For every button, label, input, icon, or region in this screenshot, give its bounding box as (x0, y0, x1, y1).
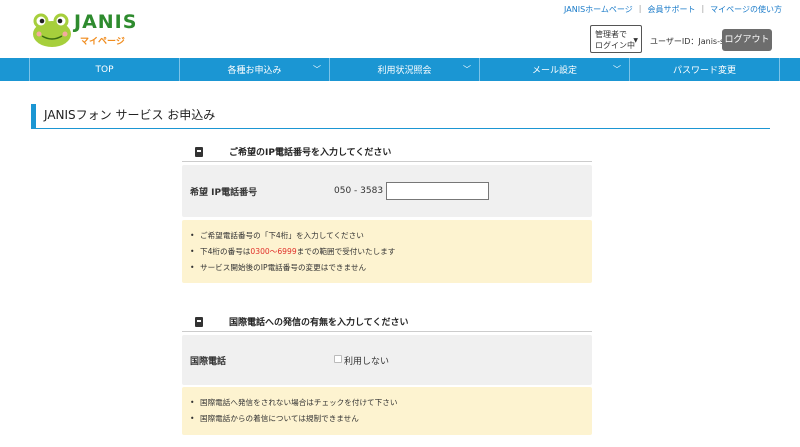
section-international-heading-text: 国際電話への発信の有無を入力してください (229, 318, 409, 328)
note-text: 国際電話からの着信については規制できません (200, 414, 359, 423)
nav-usage-status-label: 利用状況照会 (377, 66, 432, 76)
nav-spacer (0, 58, 30, 81)
nav-applications-label: 各種お申込み (227, 66, 282, 76)
nav-mail-settings[interactable]: メール設定 ﹀ (480, 58, 630, 81)
admin-line1: 管理者で (595, 30, 627, 39)
logo-title: JANIS (74, 11, 138, 33)
international-call-notes: 国際電話へ発信をされない場合はチェックを付けて下さい 国際電話からの着信について… (182, 387, 592, 435)
ip-number-prefix: 050 - 3583 - (334, 186, 390, 196)
nav-top[interactable]: TOP (30, 58, 180, 81)
note-text: サービス開始後のIP電話番号の変更はできません (200, 263, 367, 272)
list-item: ご希望電話番号の「下4桁」を入力してください (190, 228, 592, 244)
top-links: JANISホームページ | 会員サポート | マイページの使い方 (558, 4, 788, 15)
list-item: 下4桁の番号は0300〜6999までの範囲で受付いたします (190, 244, 592, 260)
nav-password-change-label: パスワード変更 (672, 66, 736, 76)
ip-number-notes: ご希望電話番号の「下4桁」を入力してください 下4桁の番号は0300〜6999ま… (182, 220, 592, 283)
frog-mascot-icon (33, 13, 71, 47)
user-id: ユーザーID：Janis-spt (650, 37, 733, 46)
janis-homepage-link[interactable]: JANISホームページ (558, 4, 639, 15)
list-item: 国際電話へ発信をされない場合はチェックを付けて下さい (190, 395, 592, 411)
chevron-down-icon: ﹀ (313, 65, 321, 74)
bookmark-icon (195, 146, 203, 157)
note-text: 国際電話へ発信をされない場合はチェックを付けて下さい (200, 398, 398, 407)
section-ip-number-heading: ご希望のIP電話番号を入力してください (182, 142, 592, 162)
admin-login-dropdown[interactable]: 管理者で ログイン中 ▼ (590, 25, 642, 53)
mypage-guide-link[interactable]: マイページの使い方 (704, 4, 788, 15)
nav-top-label: TOP (95, 64, 114, 75)
nav-mail-settings-label: メール設定 (531, 66, 577, 76)
international-call-field-row: 国際電話 利用しない (182, 335, 592, 385)
no-international-checkbox-label[interactable]: 利用しない (344, 354, 389, 367)
main-nav: TOP 各種お申込み ﹀ 利用状況照会 ﹀ メール設定 ﹀ パスワード変更 (0, 58, 800, 81)
bookmark-icon (195, 316, 203, 327)
nav-usage-status[interactable]: 利用状況照会 ﹀ (330, 58, 480, 81)
international-call-label: 国際電話 (190, 357, 227, 367)
ip-number-field-row: 希望 IP電話番号 050 - 3583 - (182, 165, 592, 217)
note-text: までの範囲で受付いたします (296, 247, 396, 256)
list-item: サービス開始後のIP電話番号の変更はできません (190, 260, 592, 276)
note-range-highlight: 0300〜6999 (250, 247, 297, 256)
section-international-heading: 国際電話への発信の有無を入力してください (182, 312, 592, 332)
logo-subtitle: マイページ (80, 37, 125, 47)
ip-number-input[interactable] (386, 182, 489, 200)
note-text: ご希望電話番号の「下4桁」を入力してください (200, 231, 364, 240)
caret-down-icon: ▼ (633, 37, 638, 44)
chevron-down-icon: ﹀ (463, 65, 471, 74)
logout-button[interactable]: ログアウト (722, 29, 772, 51)
admin-line2: ログイン中 (595, 41, 635, 50)
page-title: JANISフォン サービス お申込み (31, 104, 770, 129)
nav-password-change[interactable]: パスワード変更 (630, 58, 780, 81)
nav-applications[interactable]: 各種お申込み ﹀ (180, 58, 330, 81)
note-text: 下4桁の番号は (200, 247, 251, 256)
ip-number-label: 希望 IP電話番号 (190, 188, 258, 198)
chevron-down-icon: ﹀ (613, 65, 621, 74)
logo[interactable]: JANIS マイページ (30, 10, 150, 50)
member-support-link[interactable]: 会員サポート (641, 4, 701, 15)
section-ip-number-heading-text: ご希望のIP電話番号を入力してください (229, 148, 392, 158)
no-international-checkbox[interactable] (334, 355, 342, 363)
list-item: 国際電話からの着信については規制できません (190, 411, 592, 427)
